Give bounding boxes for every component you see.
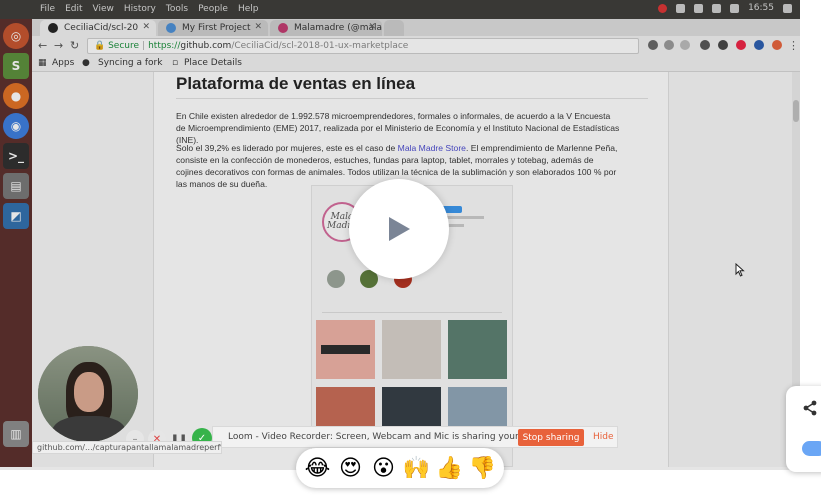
trash-icon: ▥	[3, 421, 29, 447]
toggle-switch[interactable]	[802, 441, 821, 456]
emoji-reaction-bar: 😂 😍 😮 🙌 👍 👎	[296, 448, 504, 488]
github-icon: ●	[82, 58, 90, 68]
reload-icon: ↻	[70, 39, 80, 52]
forward-icon: →	[54, 39, 64, 52]
thumbs-down-reaction-button[interactable]: 👎	[468, 453, 498, 483]
close-icon: ✕	[254, 22, 262, 32]
mala-madre-store-link: Mala Madre Store	[397, 143, 466, 153]
firefox-icon: ●	[3, 83, 29, 109]
scroll-thumb	[793, 100, 799, 122]
search-icon	[664, 40, 674, 50]
tab-label: CeciliaCid/scl-20	[64, 23, 139, 33]
battery-icon	[712, 3, 722, 13]
editor-icon: ◩	[3, 203, 29, 229]
surprised-reaction-button[interactable]: 😮	[369, 453, 399, 483]
extension-icon	[700, 40, 710, 50]
app-menu: File Edit View History Tools People Help	[40, 4, 259, 14]
wifi-icon	[676, 3, 686, 13]
side-panel	[786, 386, 821, 472]
share-button[interactable]	[800, 398, 820, 418]
tab-instagram: Malamadre (@mala ✕	[270, 20, 382, 36]
ubuntu-launcher: ◎ S ● ◉ >_ ▤ ◩ ▥	[0, 19, 32, 467]
star-icon	[680, 40, 690, 50]
menu-edit: Edit	[65, 4, 83, 14]
menu-file: File	[40, 4, 56, 14]
lock-icon: 🔒	[94, 41, 106, 51]
close-icon: ✕	[142, 22, 150, 32]
files-icon: ▤	[3, 173, 29, 199]
paragraph-1: En Chile existen alrededor de 1.992.578 …	[176, 111, 620, 145]
extension-icon	[754, 40, 764, 50]
camera-icon	[648, 40, 658, 50]
browser-tab-bar: CeciliaCid/scl-20 ✕ My First Project ✕ M…	[32, 19, 800, 36]
close-icon: ✕	[368, 22, 376, 32]
stop-sharing-button: Stop sharing	[518, 429, 584, 446]
extension-icon	[736, 40, 746, 50]
keyboard-icon	[694, 3, 704, 13]
heart-eyes-reaction-button[interactable]: 😍	[336, 453, 366, 483]
apps-icon: ▦	[38, 58, 47, 68]
record-indicator-icon	[658, 3, 668, 13]
system-tray: 16:55	[658, 3, 792, 13]
clock: 16:55	[748, 3, 774, 13]
bookmark-place-details: Place Details	[184, 58, 242, 68]
photo-tile	[382, 320, 441, 379]
mouse-cursor-icon	[735, 263, 745, 277]
menu-icon: ⋮	[788, 39, 799, 52]
back-icon: ←	[38, 39, 48, 52]
video-frame[interactable]: File Edit View History Tools People Help…	[0, 0, 800, 467]
loom-video-viewer: File Edit View History Tools People Help…	[0, 0, 821, 500]
url-bar: 🔒 Secure | https://github.com/CeciliaCid/s…	[87, 38, 639, 54]
url-scheme: https://	[148, 41, 181, 51]
page-icon: ▫	[172, 58, 179, 68]
link-status-bar: github.com/.../capturapantallamalamadrep…	[32, 441, 222, 454]
software-icon: S	[3, 53, 29, 79]
photo-tile	[448, 320, 507, 379]
tab-label: My First Project	[182, 23, 251, 33]
volume-icon	[730, 3, 740, 13]
share-icon	[803, 400, 817, 416]
play-button[interactable]	[349, 179, 449, 279]
raised-hands-reaction-button[interactable]: 🙌	[402, 453, 432, 483]
bookmark-syncing-fork: Syncing a fork	[98, 58, 163, 68]
sharing-message: Loom - Video Recorder: Screen, Webcam an…	[228, 432, 555, 442]
menu-tools: Tools	[165, 4, 189, 14]
new-tab-button	[384, 20, 404, 36]
play-icon	[389, 217, 410, 241]
menu-view: View	[92, 4, 114, 14]
ubuntu-top-panel: File Edit View History Tools People Help…	[0, 0, 800, 19]
joy-reaction-button[interactable]: 😂	[303, 453, 333, 483]
menu-history: History	[123, 4, 156, 14]
article-title: Plataforma de ventas en línea	[176, 74, 416, 93]
project-icon	[166, 23, 176, 33]
story-highlight	[327, 270, 345, 288]
webcam-bubble	[38, 346, 138, 442]
url-path: /CeciliaCid/scl-2018-01-ux-marketplace	[231, 41, 409, 51]
divider	[176, 98, 648, 99]
github-icon	[48, 23, 58, 33]
secure-label: Secure	[108, 41, 140, 51]
url-host: github.com	[180, 41, 232, 51]
power-icon	[783, 3, 792, 13]
instagram-icon	[278, 23, 288, 33]
tab-github: CeciliaCid/scl-20 ✕	[40, 20, 156, 36]
bookmarks-bar: ▦ Apps ● Syncing a fork ▫ Place Details	[32, 55, 800, 72]
menu-help: Help	[237, 4, 259, 14]
eyedropper-icon	[718, 40, 728, 50]
menu-people: People	[198, 4, 228, 14]
ubuntu-dash-icon: ◎	[3, 23, 29, 49]
hide-button: Hide	[593, 432, 614, 442]
tab-first-project: My First Project ✕	[158, 20, 268, 36]
screen-sharing-notification: Loom - Video Recorder: Screen, Webcam an…	[212, 426, 618, 448]
bookmark-apps: Apps	[52, 58, 75, 68]
chrome-icon: ◉	[3, 113, 29, 139]
photo-tile	[316, 320, 375, 379]
thumbs-up-reaction-button[interactable]: 👍	[435, 453, 465, 483]
browser-toolbar: ← → ↻ 🔒 Secure | https://github.com/Cecili…	[32, 36, 800, 55]
terminal-icon: >_	[3, 143, 29, 169]
loom-icon	[772, 40, 782, 50]
